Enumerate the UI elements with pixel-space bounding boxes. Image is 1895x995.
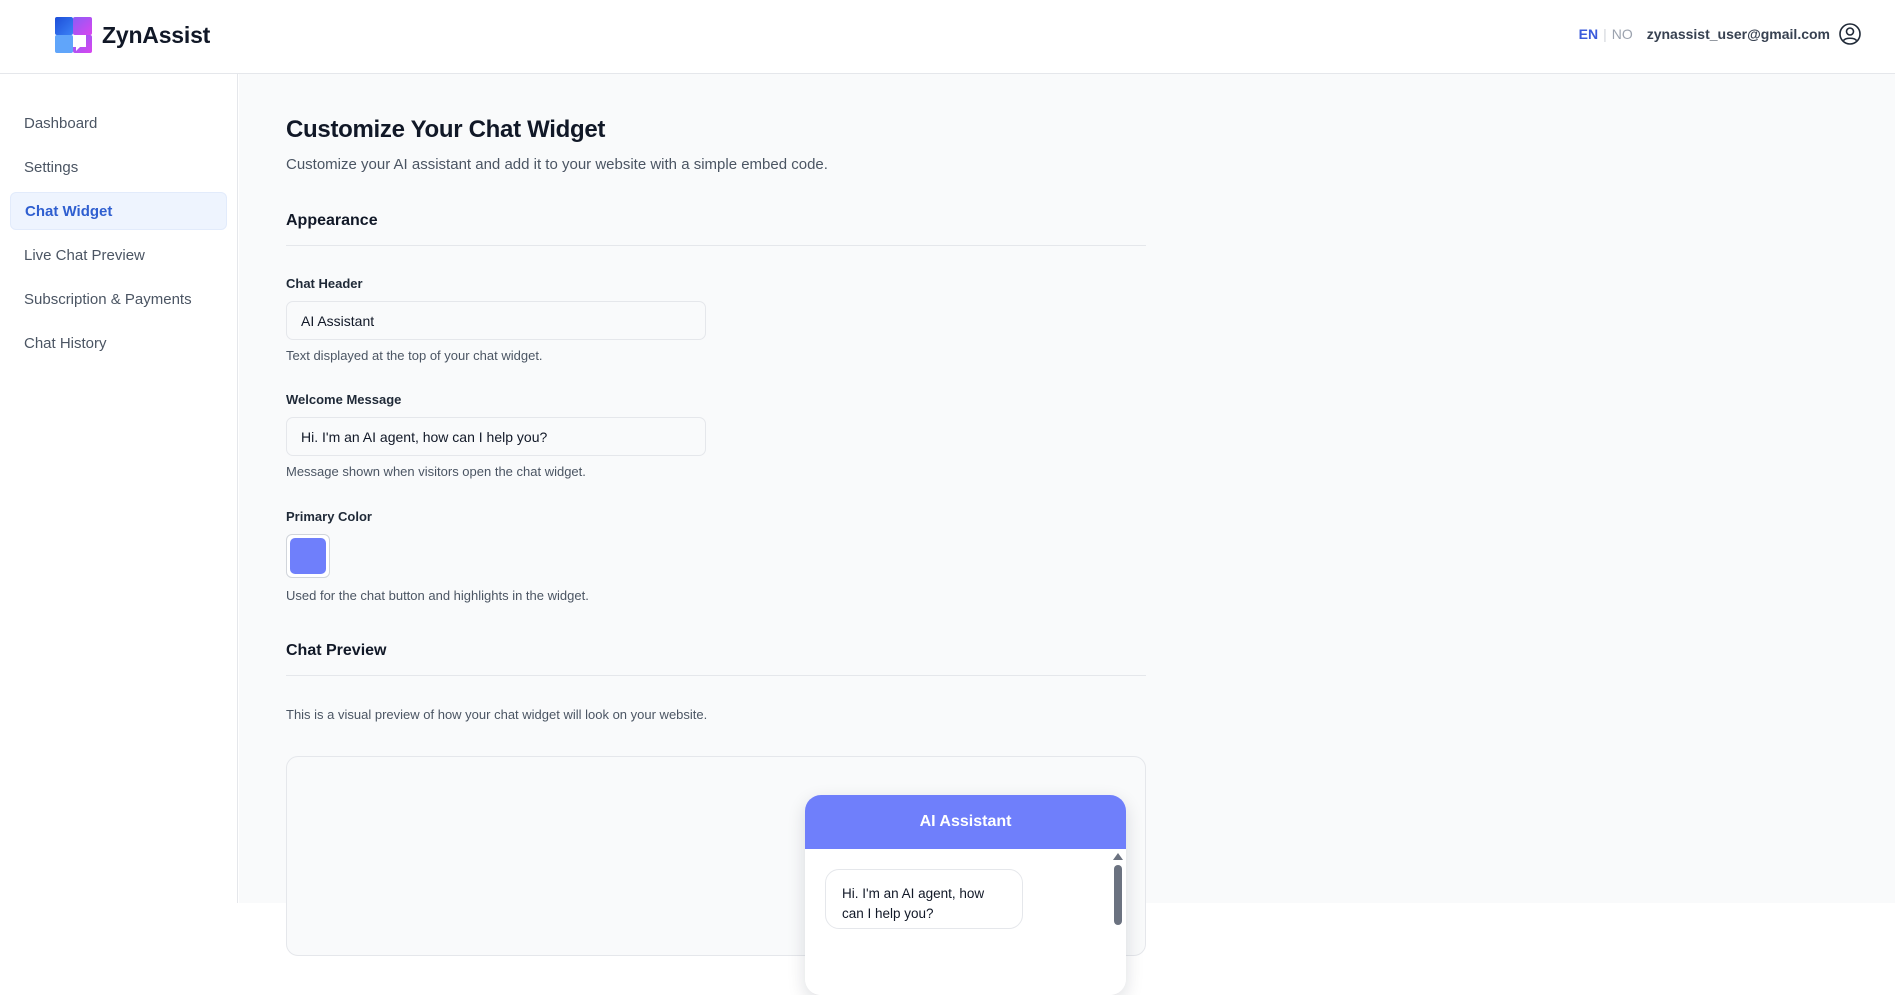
- welcome-message-help: Message shown when visitors open the cha…: [286, 464, 586, 479]
- sidebar-item-chat-widget[interactable]: Chat Widget: [10, 192, 227, 230]
- primary-color-help: Used for the chat button and highlights …: [286, 588, 589, 603]
- chat-widget-preview: AI Assistant Hi. I'm an AI agent, how ca…: [805, 795, 1126, 995]
- sidebar-item-label: Dashboard: [24, 114, 98, 132]
- sidebar-item-label: Chat Widget: [25, 202, 113, 220]
- page-title: Customize Your Chat Widget: [286, 116, 606, 143]
- user-email[interactable]: zynassist_user@gmail.com: [1647, 26, 1830, 42]
- scrollbar-thumb[interactable]: [1114, 865, 1122, 925]
- chat-widget-body: Hi. I'm an AI agent, how can I help you?: [805, 849, 1126, 995]
- language-no-toggle[interactable]: NO: [1612, 26, 1633, 42]
- chat-header-input[interactable]: [286, 301, 706, 340]
- language-en-toggle[interactable]: EN: [1579, 26, 1598, 42]
- welcome-message-input[interactable]: [286, 417, 706, 456]
- sidebar-item-label: Chat History: [24, 334, 107, 352]
- section-divider: [286, 675, 1146, 676]
- section-divider: [286, 245, 1146, 246]
- chat-header-label: Chat Header: [286, 276, 363, 291]
- scroll-up-arrow-icon[interactable]: [1113, 853, 1123, 860]
- primary-color-picker[interactable]: [286, 534, 330, 578]
- chat-preview-section-title: Chat Preview: [286, 642, 387, 659]
- sidebar-item-label: Subscription & Payments: [24, 290, 192, 308]
- sidebar-item-settings[interactable]: Settings: [10, 148, 227, 186]
- chat-scrollbar[interactable]: [1112, 851, 1124, 991]
- top-bar: ZynAssist EN | NO zynassist_user@gmail.c…: [0, 0, 1895, 74]
- zynassist-logo-icon: [55, 17, 92, 53]
- welcome-message-bubble: Hi. I'm an AI agent, how can I help you?: [825, 869, 1023, 929]
- chat-preview-area: AI Assistant Hi. I'm an AI agent, how ca…: [286, 756, 1146, 995]
- sidebar-item-label: Settings: [24, 158, 79, 176]
- brand[interactable]: ZynAssist: [55, 17, 210, 53]
- user-circle-icon[interactable]: [1838, 22, 1862, 46]
- header-actions: EN | NO zynassist_user@gmail.com: [1579, 22, 1862, 46]
- page-subtitle: Customize your AI assistant and add it t…: [286, 156, 828, 173]
- sidebar-item-dashboard[interactable]: Dashboard: [10, 104, 227, 142]
- sidebar-item-label: Live Chat Preview: [24, 246, 145, 264]
- sidebar-item-chat-history[interactable]: Chat History: [10, 324, 227, 362]
- sidebar-item-live-chat-preview[interactable]: Live Chat Preview: [10, 236, 227, 274]
- chat-widget-header-title: AI Assistant: [919, 813, 1012, 830]
- appearance-section-title: Appearance: [286, 212, 378, 229]
- sidebar: Dashboard Settings Chat Widget Live Chat…: [0, 74, 238, 903]
- chat-preview-description: This is a visual preview of how your cha…: [286, 707, 708, 722]
- chat-widget-header: AI Assistant: [805, 795, 1126, 849]
- welcome-message-label: Welcome Message: [286, 392, 402, 407]
- sidebar-item-subscription-payments[interactable]: Subscription & Payments: [10, 280, 227, 318]
- primary-color-swatch: [290, 538, 326, 574]
- app-name: ZynAssist: [102, 21, 211, 48]
- main-content: Customize Your Chat Widget Customize you…: [239, 74, 1895, 995]
- primary-color-label: Primary Color: [286, 509, 372, 524]
- language-separator: |: [1603, 26, 1607, 42]
- chat-header-help: Text displayed at the top of your chat w…: [286, 348, 543, 363]
